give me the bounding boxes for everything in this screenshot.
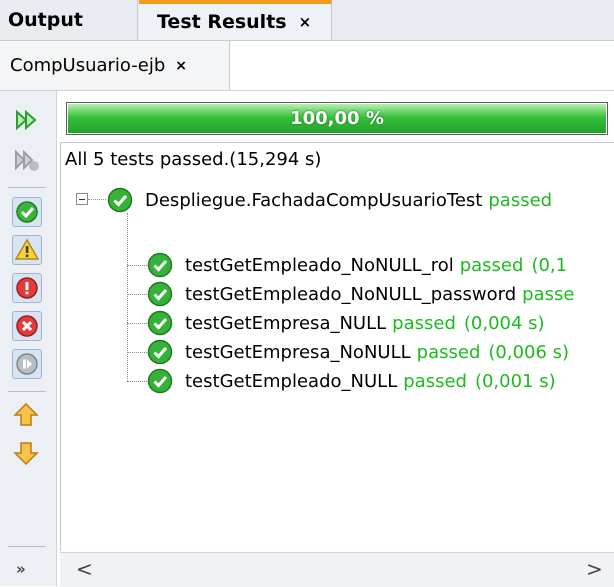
tree-connector xyxy=(88,199,106,200)
rerun-failed-button[interactable] xyxy=(12,145,42,175)
test-time: (0,004 s) xyxy=(463,312,545,334)
toolbar-separator xyxy=(8,187,46,188)
test-row[interactable]: testGetEmpleado_NoNULL_rol passed (0,1 xyxy=(147,250,567,280)
test-name: testGetEmpresa_NULL xyxy=(185,312,387,334)
collapse-toggle[interactable] xyxy=(76,193,88,205)
scroll-left-arrow[interactable]: < xyxy=(76,557,93,581)
previous-failure-icon xyxy=(13,402,39,426)
suite-row[interactable]: Despliegue.FachadaCompUsuarioTest passed xyxy=(107,185,552,215)
show-skipped-button[interactable] xyxy=(12,349,42,379)
test-row[interactable]: testGetEmpleado_NoNULL_password passe xyxy=(147,279,582,309)
tree-connector xyxy=(127,265,147,266)
test-name: testGetEmpleado_NULL xyxy=(185,370,398,392)
tab-test-results-label: Test Results xyxy=(157,11,287,33)
passed-icon xyxy=(147,252,173,278)
show-passed-button[interactable] xyxy=(12,197,42,227)
results-tree[interactable]: All 5 tests passed.(15,294 s) Despliegue… xyxy=(60,142,614,551)
passed-icon xyxy=(147,368,173,394)
test-status: passed xyxy=(403,370,467,392)
test-row[interactable]: testGetEmpresa_NULL passed (0,004 s) xyxy=(147,308,545,338)
sub-tab-bar: CompUsuario-ejb × xyxy=(0,41,614,91)
show-warnings-button[interactable] xyxy=(12,235,42,265)
test-row[interactable]: testGetEmpresa_NoNULL passed (0,006 s) xyxy=(147,337,569,367)
tree-connector xyxy=(127,381,147,382)
test-time: (0,1 xyxy=(531,254,568,276)
show-failures-button[interactable] xyxy=(12,311,42,341)
passed-icon xyxy=(147,281,173,307)
tab-test-results[interactable]: Test Results × xyxy=(139,0,332,40)
test-name: testGetEmpleado_NoNULL_rol xyxy=(185,254,454,276)
show-error-icon xyxy=(16,277,38,299)
tree-connector xyxy=(127,352,147,353)
progress-label: 100,00 % xyxy=(290,108,384,129)
more-actions-button[interactable]: » xyxy=(16,560,26,578)
test-status: passed xyxy=(416,341,481,363)
tab-output-label: Output xyxy=(8,9,83,31)
sub-tab-label: CompUsuario-ejb xyxy=(10,55,166,76)
close-icon[interactable]: × xyxy=(175,58,187,74)
test-status: passe xyxy=(522,283,575,305)
test-name: testGetEmpresa_NoNULL xyxy=(185,341,411,363)
show-passed-icon xyxy=(16,201,38,223)
results-summary: All 5 tests passed.(15,294 s) xyxy=(65,149,322,170)
test-time: (0,001 s) xyxy=(474,370,556,392)
test-status: passed xyxy=(459,254,524,276)
toolbar-separator xyxy=(8,391,46,392)
passed-icon xyxy=(107,187,133,213)
test-status: passed xyxy=(392,312,456,334)
passed-icon xyxy=(147,310,173,336)
passed-icon xyxy=(147,339,173,365)
suite-name: Despliegue.FachadaCompUsuarioTest xyxy=(145,189,483,211)
tree-connector xyxy=(127,323,147,324)
suite-status: passed xyxy=(488,189,553,211)
rerun-failed-icon xyxy=(15,149,39,171)
tab-output[interactable]: Output xyxy=(0,0,138,40)
test-name: testGetEmpleado_NoNULL_password xyxy=(185,283,517,305)
progress-bar: 100,00 % xyxy=(66,102,608,135)
tree-connector xyxy=(127,213,128,381)
show-skipped-icon xyxy=(16,353,38,375)
scroll-right-arrow[interactable]: > xyxy=(586,557,603,581)
previous-failure-button[interactable] xyxy=(12,401,42,431)
tab-compusuario-ejb[interactable]: CompUsuario-ejb × xyxy=(0,41,230,90)
test-row[interactable]: testGetEmpleado_NULL passed (0,001 s) xyxy=(147,366,556,396)
show-warning-icon xyxy=(14,238,40,260)
next-failure-icon xyxy=(13,442,39,466)
toolbar-separator xyxy=(8,546,46,547)
horizontal-scrollbar[interactable]: < > xyxy=(60,552,614,587)
test-toolbar: » xyxy=(0,91,57,586)
next-failure-button[interactable] xyxy=(12,439,42,469)
show-failure-icon xyxy=(16,315,38,337)
close-icon[interactable]: × xyxy=(299,13,312,31)
show-errors-button[interactable] xyxy=(12,273,42,303)
test-time: (0,006 s) xyxy=(488,341,570,363)
rerun-icon xyxy=(16,109,37,131)
tree-connector xyxy=(127,294,147,295)
rerun-button[interactable] xyxy=(12,105,42,135)
window-tab-bar: Output Test Results × xyxy=(0,0,614,41)
